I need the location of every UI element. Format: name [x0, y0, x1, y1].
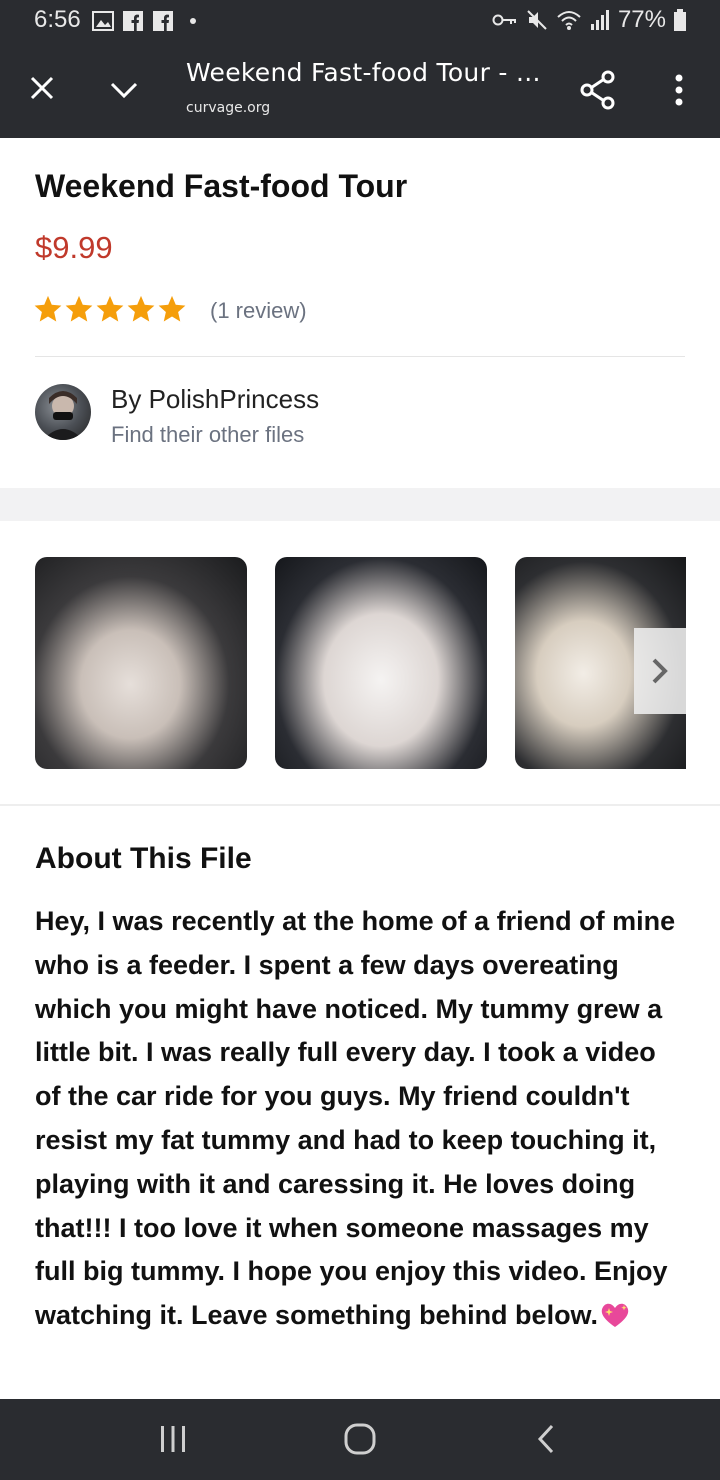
wifi-icon	[557, 11, 581, 30]
rating-stars	[33, 294, 187, 324]
star-icon	[34, 295, 62, 322]
star-icon	[127, 295, 155, 322]
recents-icon[interactable]	[158, 1423, 188, 1455]
product-price: $9.99	[35, 230, 113, 265]
about-text: Hey, I was recently at the home of a fri…	[35, 906, 676, 1331]
back-icon[interactable]	[532, 1421, 562, 1457]
chevron-down-icon[interactable]	[104, 70, 144, 110]
sparkling-heart-icon	[601, 1303, 629, 1328]
home-icon[interactable]	[342, 1421, 378, 1457]
author-name[interactable]: By PolishPrincess	[111, 384, 319, 415]
gallery-next-button[interactable]	[634, 628, 686, 714]
review-count-link[interactable]: (1 review)	[210, 298, 307, 324]
share-icon[interactable]	[576, 68, 620, 112]
mute-icon	[527, 10, 547, 30]
image-gallery	[0, 521, 720, 806]
vpn-key-icon	[492, 14, 516, 26]
about-title: About This File	[35, 842, 252, 875]
battery-percent: 77%	[617, 6, 666, 33]
facebook-icon	[122, 10, 144, 32]
more-options-icon[interactable]	[664, 70, 694, 110]
gallery-thumbnail[interactable]	[35, 557, 247, 769]
page-title: Weekend Fast-food Tour - ...	[186, 58, 541, 87]
star-icon	[158, 295, 186, 322]
gallery-thumbnail[interactable]	[275, 557, 487, 769]
page-url[interactable]: curvage.org	[186, 100, 270, 116]
chevron-right-icon	[652, 658, 668, 684]
system-nav-bar	[0, 1399, 720, 1480]
system-icons: 77%	[492, 6, 686, 34]
avatar[interactable]	[35, 384, 91, 440]
gallery-icon	[92, 10, 114, 32]
star-icon	[96, 295, 124, 322]
star-icon	[65, 295, 93, 322]
author-files-link[interactable]: Find their other files	[111, 422, 304, 448]
facebook-icon	[152, 10, 174, 32]
about-description: Hey, I was recently at the home of a fri…	[35, 900, 685, 1338]
divider	[35, 356, 685, 357]
status-bar: 6:56 77%	[0, 0, 720, 44]
product-title: Weekend Fast-food Tour	[35, 168, 408, 204]
dot-icon	[182, 10, 204, 32]
product-header: Weekend Fast-food Tour $9.99 (1 review) …	[0, 138, 720, 488]
about-section: About This File Hey, I was recently at t…	[0, 806, 720, 1399]
notification-icons	[92, 10, 204, 32]
browser-toolbar: Weekend Fast-food Tour - ... curvage.org	[0, 44, 720, 138]
battery-icon	[674, 9, 686, 31]
signal-icon	[590, 10, 609, 30]
close-icon[interactable]	[22, 68, 62, 108]
status-time: 6:56	[34, 6, 81, 33]
